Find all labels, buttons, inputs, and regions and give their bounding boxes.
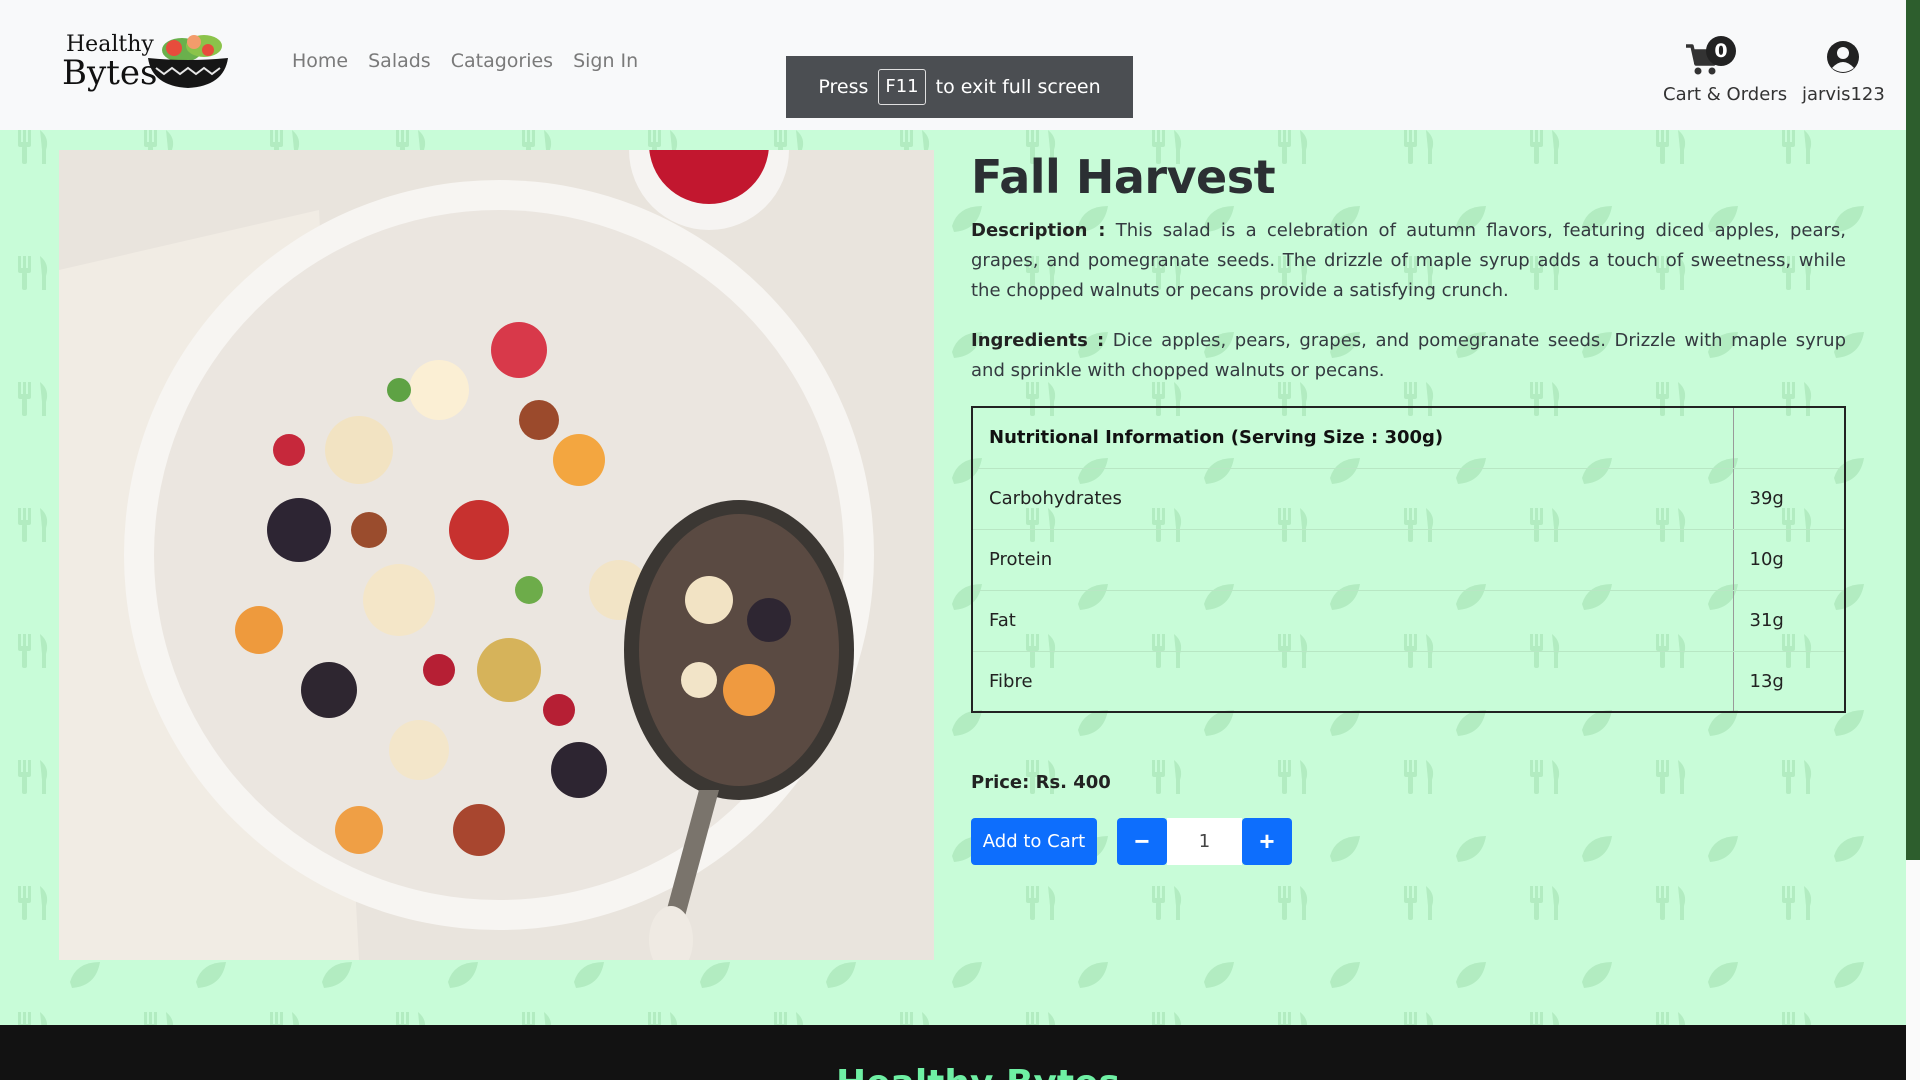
nutrition-header-row: Nutritional Information (Serving Size : … [972,407,1845,469]
add-to-cart-row: Add to Cart − + [971,818,1292,865]
table-row: Fat 31g [972,590,1845,652]
nutrient-name: Carbohydrates [972,468,1733,530]
quantity-input[interactable] [1167,818,1242,865]
product-description: Description : This salad is a celebratio… [971,216,1846,306]
ingredients-label: Ingredients : [971,330,1105,351]
product-image [59,150,934,960]
salad-bowl-icon [148,35,228,88]
brand-logo[interactable]: Healthy Bytes [58,28,238,98]
user-circle-icon [1827,41,1859,73]
scrollbar-track-filled [1906,0,1920,860]
product-title: Fall Harvest [971,150,1276,204]
salad-photo [59,150,934,960]
table-row: Protein 10g [972,529,1845,591]
quantity-stepper: − + [1117,818,1292,865]
table-row: Carbohydrates 39g [972,468,1845,530]
user-account[interactable]: jarvis123 [1800,36,1910,106]
nutrient-name: Fat [972,590,1733,652]
cart-orders-link[interactable]: 0 Cart & Orders [1660,36,1820,106]
fullscreen-toast: Press F11 to exit full screen [786,56,1133,118]
cart-count-badge: 0 [1706,36,1736,66]
footer: Healthy Bytes [0,1025,1906,1080]
product-price: Price: Rs. 400 [971,772,1111,793]
toast-key: F11 [878,69,926,105]
plus-icon[interactable]: + [1242,818,1292,865]
nav-home[interactable]: Home [292,50,358,72]
add-to-cart-button[interactable]: Add to Cart [971,818,1097,865]
product-details: Fall Harvest Description : This salad is… [971,150,1846,713]
product-ingredients: Ingredients : Dice apples, pears, grapes… [971,326,1846,386]
nutrient-name: Protein [972,529,1733,591]
nav-sign-in[interactable]: Sign In [563,50,648,72]
nutrient-name: Fibre [989,670,1033,692]
nutrition-table: Nutritional Information (Serving Size : … [971,406,1846,713]
description-label: Description : [971,220,1106,241]
nutrient-value: 10g [1732,529,1845,591]
scrollbar-thumb[interactable] [1906,860,1920,1080]
nutrient-value: 31g [1732,590,1845,652]
nutrition-header-value [1732,407,1845,469]
nutrition-header: Nutritional Information (Serving Size : … [972,407,1733,469]
page-scrollbar[interactable] [1906,0,1920,1080]
main-nav: Home Salads Catagories Sign In [292,50,648,72]
minus-icon[interactable]: − [1117,818,1167,865]
nutrient-value: 39g [1732,468,1845,530]
footer-brand: Healthy Bytes [836,1063,1120,1080]
toast-pre: Press [818,76,869,98]
username: jarvis123 [1802,84,1885,105]
nav-categories[interactable]: Catagories [441,50,563,72]
nutrient-value: 13g [1732,651,1845,712]
cart-label: Cart & Orders [1663,84,1788,105]
table-row: Fibre 13g [972,651,1845,712]
nav-salads[interactable]: Salads [358,50,441,72]
toast-post: to exit full screen [935,76,1101,98]
